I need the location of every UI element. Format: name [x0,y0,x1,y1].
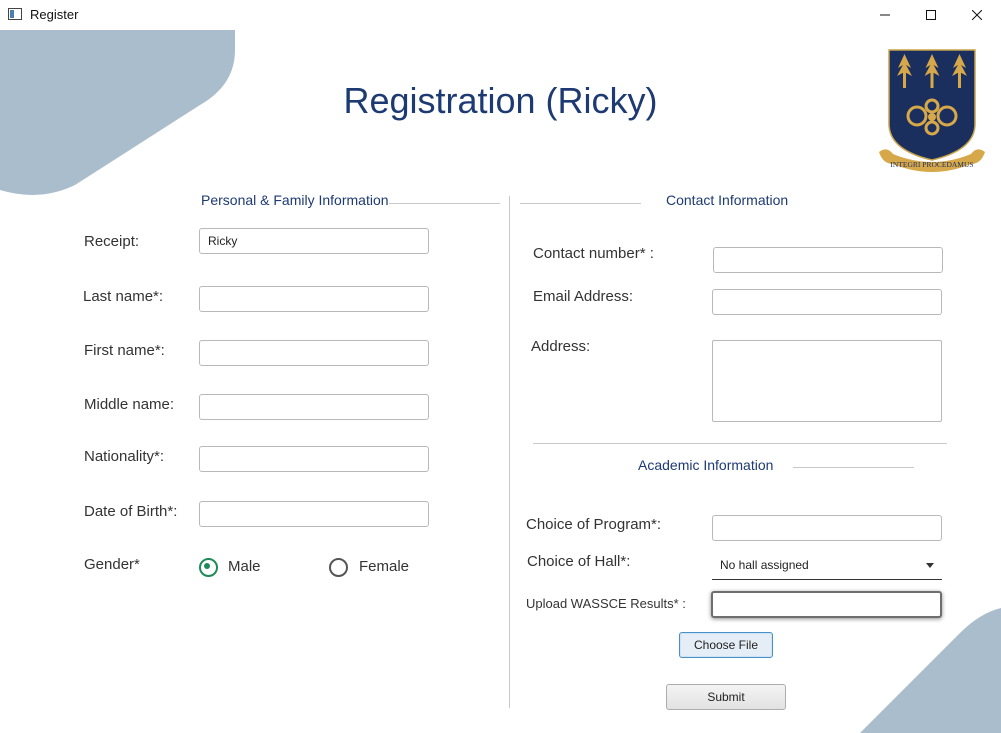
contact-section-heading: Contact Information [666,192,789,208]
gender-male-label[interactable]: Male [228,558,261,575]
chevron-down-icon [926,563,934,568]
upload-label: Upload WASSCE Results* : [526,596,686,611]
middle-name-input[interactable] [199,394,429,420]
university-crest-logo: INTEGRI PROCEDAMUS [879,49,985,172]
close-icon [972,10,982,20]
maximize-button[interactable] [908,0,954,30]
program-label: Choice of Program*: [526,516,662,533]
email-label: Email Address: [533,288,634,305]
academic-divider [533,443,947,444]
personal-section-heading: Personal & Family Information [201,192,389,208]
address-label: Address: [531,338,591,355]
window-title: Register [30,7,79,22]
gender-male-radio[interactable] [199,558,218,577]
submit-button[interactable]: Submit [666,684,786,710]
gender-label: Gender* [84,556,140,573]
gender-female-label[interactable]: Female [359,558,409,575]
nationality-label: Nationality*: [84,448,165,465]
personal-heading-line [389,203,500,204]
gender-female-radio[interactable] [329,558,348,577]
first-name-input[interactable] [199,340,429,366]
receipt-input[interactable]: Ricky [199,228,429,254]
last-name-input[interactable] [199,286,429,312]
academic-heading-line [793,467,914,468]
page-title: Registration (Ricky) [343,80,658,121]
crest-motto: INTEGRI PROCEDAMUS [890,160,973,169]
nationality-input[interactable] [199,446,429,472]
bottom-right-decoration [860,608,1001,733]
email-input[interactable] [712,289,942,315]
date-of-birth-input[interactable] [199,501,429,527]
hall-select[interactable]: No hall assigned [712,552,942,580]
first-name-label: First name*: [84,342,165,359]
address-textarea[interactable] [712,340,942,422]
date-of-birth-label: Date of Birth*: [84,503,178,520]
window-titlebar: Register [0,0,1001,30]
program-input[interactable] [712,515,942,541]
receipt-label: Receipt: [84,233,140,250]
middle-name-label: Middle name: [84,396,175,413]
minimize-button[interactable] [862,0,908,30]
hall-select-value: No hall assigned [720,558,809,572]
hall-label: Choice of Hall*: [527,553,631,570]
contact-number-label: Contact number* : [533,245,654,262]
last-name-label: Last name*: [83,288,164,305]
close-button[interactable] [954,0,1000,30]
app-icon [8,8,22,20]
contact-number-input[interactable] [713,247,943,273]
column-divider [509,196,510,708]
upload-input[interactable] [711,591,942,618]
maximize-icon [926,10,936,20]
minimize-icon [880,14,890,16]
academic-section-heading: Academic Information [638,457,774,473]
contact-heading-line [520,203,641,204]
choose-file-button[interactable]: Choose File [679,632,773,658]
